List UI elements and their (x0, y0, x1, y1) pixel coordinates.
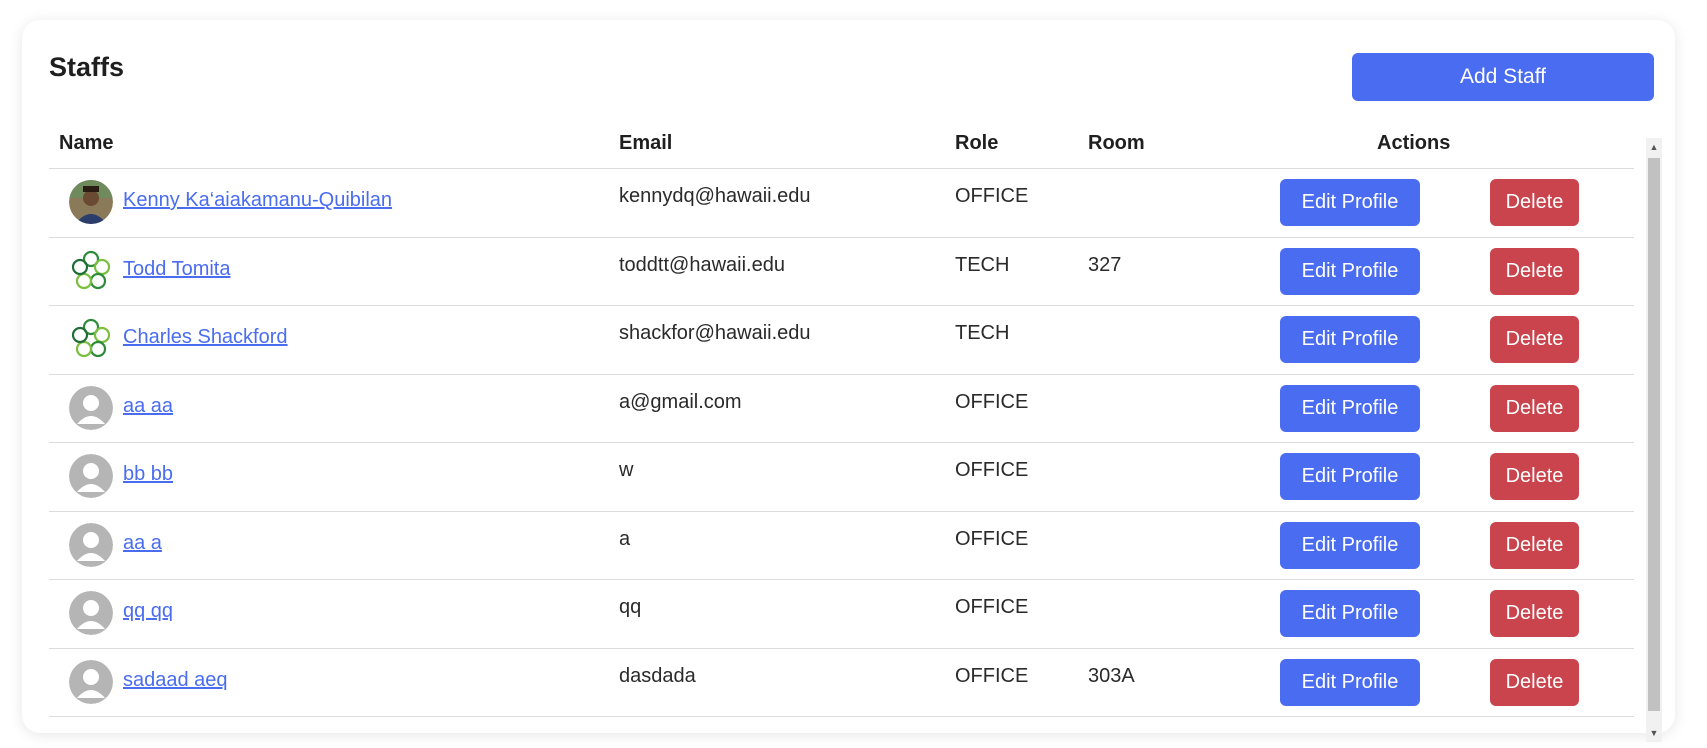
table-row: Todd Tomita toddtt@hawaii.edu TECH 327 E… (49, 238, 1634, 306)
staff-table-container: Name Email Role Room Actions Kenny Ka‘ai… (49, 118, 1658, 720)
table-body: Kenny Ka‘aiakamanu-Quibilan kennydq@hawa… (49, 169, 1634, 717)
edit-profile-button[interactable]: Edit Profile (1280, 453, 1420, 500)
staff-role: OFFICE (955, 185, 1029, 207)
default-user-avatar-icon (69, 522, 113, 567)
edit-profile-button[interactable]: Edit Profile (1280, 247, 1420, 295)
staff-email: qq (619, 596, 642, 618)
flower-logo-avatar-icon (69, 317, 113, 361)
table-row: qq qq qq OFFICE Edit Profile Delete (49, 580, 1634, 649)
staff-name-link[interactable]: sadaad aeq (123, 669, 228, 692)
flower-logo-avatar-icon (69, 248, 113, 293)
header-role: Role (955, 132, 999, 154)
staff-name-link[interactable]: aa aa (123, 395, 173, 418)
delete-button[interactable]: Delete (1490, 658, 1579, 706)
staff-email: shackfor@hawaii.edu (619, 322, 811, 344)
edit-profile-button[interactable]: Edit Profile (1280, 384, 1420, 432)
scrollbar-thumb[interactable] (1648, 158, 1660, 711)
staff-name-link[interactable]: Todd Tomita (123, 258, 230, 281)
staff-table: Name Email Role Room Actions Kenny Ka‘ai… (49, 118, 1634, 717)
staff-email: toddtt@hawaii.edu (619, 253, 785, 276)
default-user-avatar-icon (69, 591, 113, 635)
default-user-avatar-icon (69, 454, 113, 498)
delete-button[interactable]: Delete (1490, 453, 1579, 500)
add-staff-button[interactable]: Add Staff (1352, 53, 1654, 101)
header-name: Name (59, 132, 114, 154)
page-title: Staffs (49, 52, 125, 82)
table-row: Kenny Ka‘aiakamanu-Quibilan kennydq@hawa… (49, 169, 1634, 238)
table-row: sadaad aeq dasdada OFFICE 303A Edit Prof… (49, 649, 1634, 717)
vertical-scrollbar[interactable]: ▲ ▼ (1646, 138, 1662, 742)
default-user-avatar-icon (69, 385, 113, 430)
staff-name-link[interactable]: bb bb (123, 463, 173, 486)
table-row: bb bb w OFFICE Edit Profile Delete (49, 443, 1634, 512)
table-row: aa a a OFFICE Edit Profile Delete (49, 512, 1634, 580)
edit-profile-button[interactable]: Edit Profile (1280, 658, 1420, 706)
staff-role: OFFICE (955, 390, 1029, 413)
edit-profile-button[interactable]: Edit Profile (1280, 179, 1420, 226)
scroll-up-arrow-icon[interactable]: ▲ (1646, 138, 1662, 156)
delete-button[interactable]: Delete (1490, 316, 1579, 363)
staff-name-link[interactable]: Kenny Ka‘aiakamanu-Quibilan (123, 189, 392, 212)
edit-profile-button[interactable]: Edit Profile (1280, 521, 1420, 569)
edit-profile-button[interactable]: Edit Profile (1280, 590, 1420, 637)
staff-name-link[interactable]: aa a (123, 532, 162, 555)
staff-name-link[interactable]: Charles Shackford (123, 326, 288, 349)
staff-email: w (619, 459, 634, 481)
header-room: Room (1088, 132, 1145, 154)
delete-button[interactable]: Delete (1490, 590, 1579, 637)
delete-button[interactable]: Delete (1490, 247, 1579, 295)
staff-email: dasdada (619, 664, 696, 687)
table-row: aa aa a@gmail.com OFFICE Edit Profile De… (49, 375, 1634, 443)
staff-room: 327 (1088, 253, 1122, 276)
staff-card: Staffs Add Staff Name Email Role Room Ac… (22, 20, 1675, 742)
staff-name-link[interactable]: qq qq (123, 600, 173, 623)
user-photo-avatar (69, 180, 113, 224)
table-header: Name Email Role Room Actions (49, 118, 1634, 169)
staff-email: a@gmail.com (619, 390, 742, 413)
staff-role: OFFICE (955, 596, 1029, 618)
edit-profile-button[interactable]: Edit Profile (1280, 316, 1420, 363)
default-user-avatar-icon (69, 659, 113, 704)
delete-button[interactable]: Delete (1490, 384, 1579, 432)
scroll-down-arrow-icon[interactable]: ▼ (1646, 724, 1662, 742)
staff-role: OFFICE (955, 664, 1029, 687)
staff-room: 303A (1088, 664, 1135, 687)
delete-button[interactable]: Delete (1490, 179, 1579, 226)
staff-email: kennydq@hawaii.edu (619, 185, 811, 207)
staff-role: TECH (955, 322, 1010, 344)
header-email: Email (619, 132, 673, 154)
staff-role: OFFICE (955, 527, 1029, 550)
header-actions: Actions (1377, 132, 1451, 154)
delete-button[interactable]: Delete (1490, 521, 1579, 569)
table-row: Charles Shackford shackfor@hawaii.edu TE… (49, 306, 1634, 375)
staff-role: TECH (955, 253, 1010, 276)
staff-email: a (619, 527, 631, 550)
staff-role: OFFICE (955, 459, 1029, 481)
